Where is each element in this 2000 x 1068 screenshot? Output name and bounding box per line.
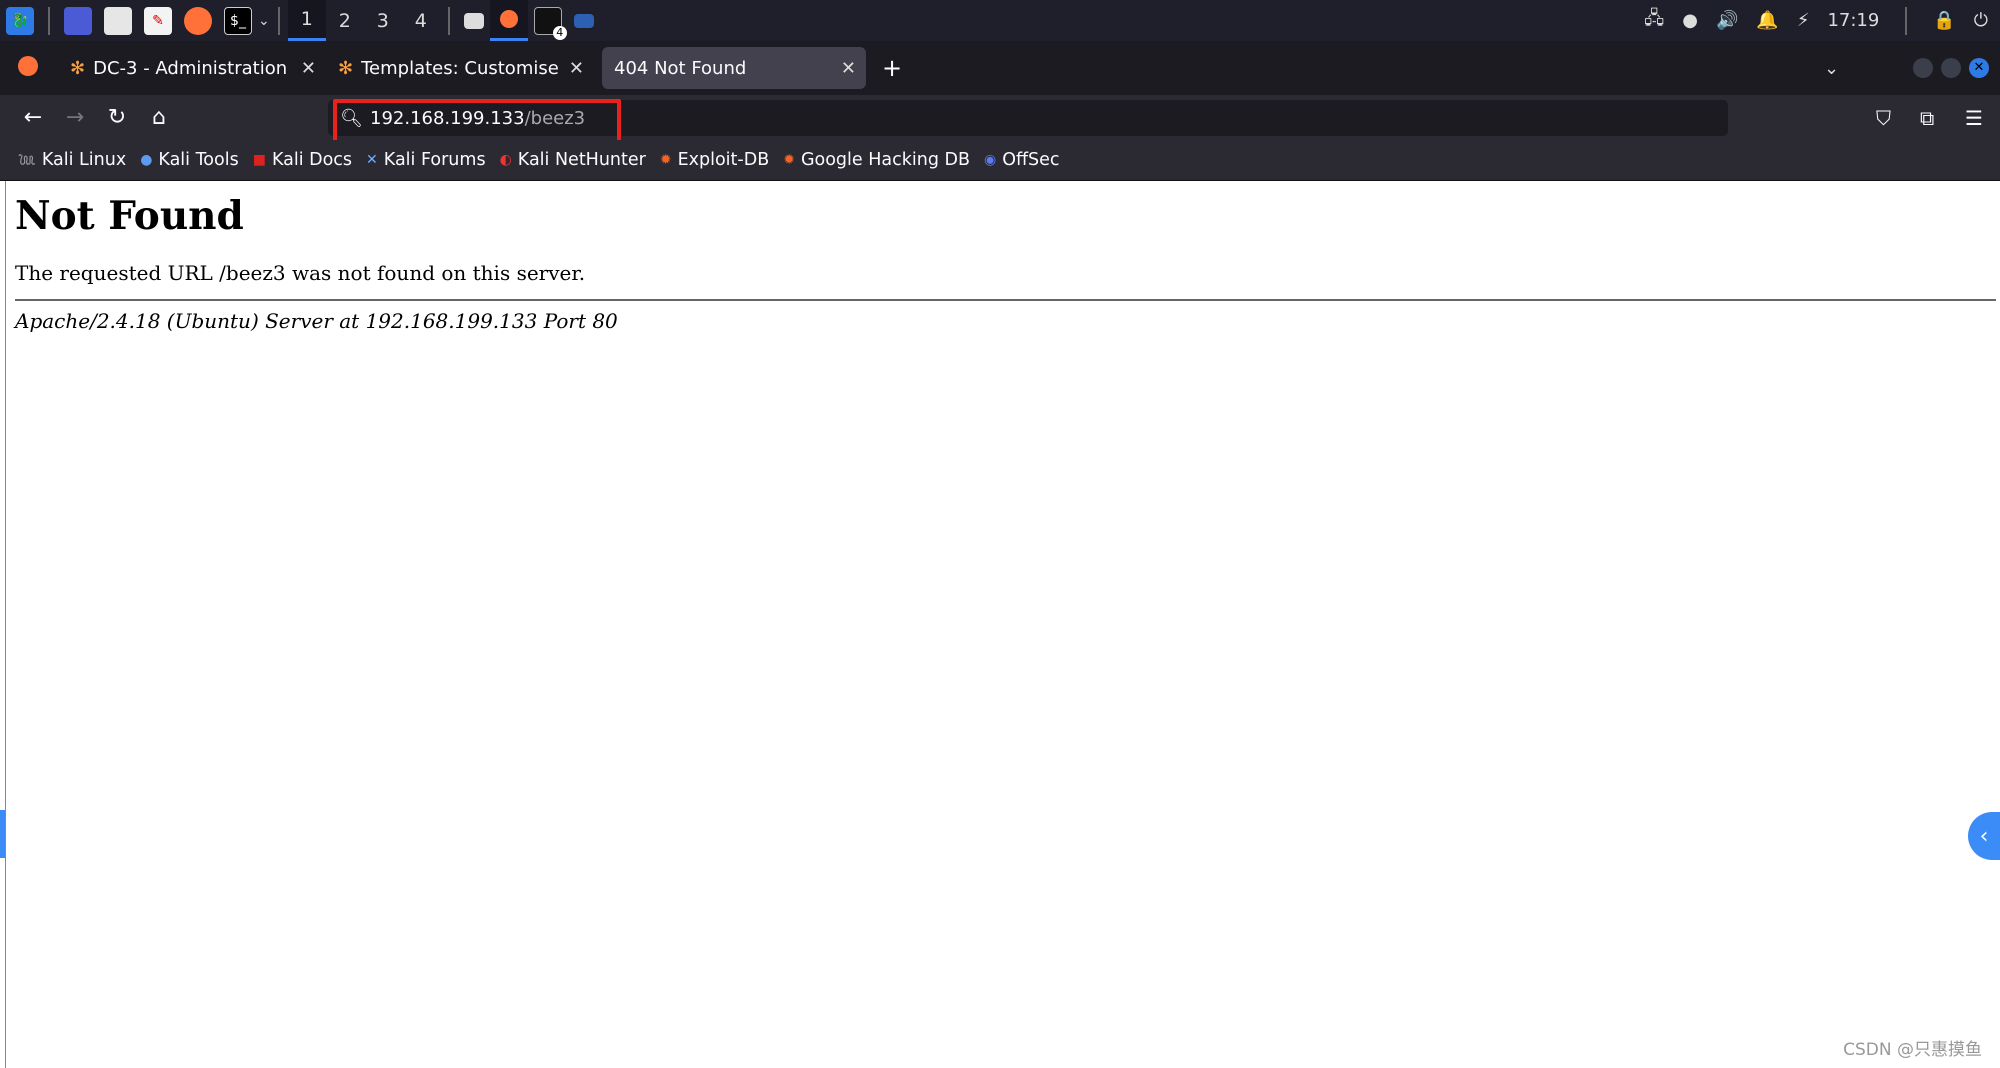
server-signature: Apache/2.4.18 (Ubuntu) Server at 192.168… bbox=[15, 309, 618, 333]
firefox-icon[interactable] bbox=[184, 6, 212, 35]
terminal-icon[interactable]: $_ bbox=[224, 6, 252, 35]
kali-tools-icon: ● bbox=[140, 152, 153, 168]
tab-dc3-administration[interactable]: ✻ DC-3 - Administration ✕ bbox=[56, 47, 326, 89]
extensions-icon[interactable]: ⧉ bbox=[1920, 106, 1934, 130]
power-icon[interactable]: ⚡ bbox=[1797, 10, 1810, 31]
joomla-icon: ✻ bbox=[70, 57, 86, 79]
divider bbox=[447, 6, 450, 35]
workspace-1[interactable]: 1 bbox=[287, 0, 326, 41]
joomla-icon: ✻ bbox=[338, 57, 354, 79]
bookmark-google-hacking-db[interactable]: ✹ Google Hacking DB bbox=[783, 150, 970, 170]
status-icon[interactable]: ● bbox=[1682, 10, 1698, 31]
bookmark-kali-tools[interactable]: ● Kali Tools bbox=[140, 150, 239, 170]
folder-window-icon[interactable] bbox=[573, 13, 594, 28]
error-message: The requested URL /beez3 was not found o… bbox=[15, 261, 586, 285]
divider bbox=[1905, 6, 1908, 35]
kali-forums-icon: ✕ bbox=[366, 152, 378, 168]
workspace-3[interactable]: 3 bbox=[364, 0, 402, 41]
minimize-button[interactable] bbox=[1913, 58, 1933, 78]
divider bbox=[15, 299, 1996, 301]
notification-bell-icon[interactable]: 🔔 bbox=[1756, 10, 1778, 31]
home-button[interactable]: ⌂ bbox=[138, 105, 180, 130]
lock-icon[interactable]: 🔒 bbox=[1933, 10, 1955, 31]
close-window-button[interactable]: ✕ bbox=[1969, 58, 1989, 78]
bookmark-exploit-db[interactable]: ✹ Exploit-DB bbox=[660, 150, 769, 170]
kali-docs-icon: ■ bbox=[252, 152, 266, 168]
menu-icon[interactable]: ☰ bbox=[1965, 106, 1983, 130]
bookmark-kali-docs[interactable]: ■ Kali Docs bbox=[253, 150, 352, 170]
forward-button[interactable]: → bbox=[54, 105, 96, 130]
list-all-tabs-icon[interactable]: ⌄ bbox=[1824, 58, 1839, 79]
firefox-icon bbox=[18, 56, 38, 76]
tab-bar: ✻ DC-3 - Administration ✕ ✻ Templates: C… bbox=[0, 41, 2000, 95]
divider bbox=[48, 6, 50, 35]
pocket-icon[interactable]: ⛉ bbox=[1876, 106, 1891, 130]
watermark: CSDN @只惠摸鱼 bbox=[1843, 1040, 1982, 1060]
bookmark-label: Kali NetHunter bbox=[517, 150, 646, 170]
kali-menu-icon[interactable]: 🐉 bbox=[6, 6, 34, 35]
reload-button[interactable]: ↻ bbox=[96, 105, 138, 130]
close-tab-icon[interactable]: ✕ bbox=[841, 58, 856, 79]
back-button[interactable]: ← bbox=[12, 105, 54, 130]
chevron-left-icon: ‹ bbox=[1979, 823, 1989, 849]
left-edge-handle[interactable] bbox=[0, 810, 5, 858]
close-tab-icon[interactable]: ✕ bbox=[301, 58, 316, 79]
bookmark-kali-nethunter[interactable]: ◐ Kali NetHunter bbox=[500, 150, 646, 170]
divider bbox=[277, 6, 280, 35]
tab-templates-customise[interactable]: ✻ Templates: Customise (Beez3) ✕ bbox=[326, 47, 594, 89]
firefox-view-button[interactable] bbox=[0, 56, 56, 80]
workspace-4[interactable]: 4 bbox=[402, 0, 440, 41]
exploit-db-icon: ✹ bbox=[659, 152, 672, 168]
bookmark-label: Google Hacking DB bbox=[800, 150, 970, 170]
logout-icon[interactable]: ⏻ bbox=[1974, 10, 1988, 31]
bookmarks-toolbar: 𓆙 Kali Linux ● Kali Tools ■ Kali Docs ✕ Kali… bbox=[0, 140, 2000, 181]
bookmark-kali-linux[interactable]: 𓆙 Kali Linux bbox=[18, 148, 126, 172]
tab-label: 404 Not Found bbox=[614, 57, 747, 79]
bookmark-offsec[interactable]: ◉ OffSec bbox=[984, 150, 1060, 170]
new-tab-button[interactable]: + bbox=[882, 54, 902, 82]
close-tab-icon[interactable]: ✕ bbox=[569, 58, 584, 79]
bookmark-label: Kali Docs bbox=[271, 150, 353, 170]
network-icon[interactable]: 🖧 bbox=[1644, 6, 1664, 36]
page-title: Not Found bbox=[15, 193, 244, 239]
bookmark-label: Kali Tools bbox=[158, 150, 239, 170]
kali-dragon-icon: 𓆙 bbox=[18, 155, 36, 171]
page-content: Not Found The requested URL /beez3 was n… bbox=[5, 181, 2000, 1068]
bookmark-label: Kali Linux bbox=[41, 150, 127, 170]
window-icon[interactable] bbox=[463, 12, 484, 29]
terminal-window-button[interactable]: 4 bbox=[533, 6, 567, 40]
file-manager-icon[interactable] bbox=[104, 6, 132, 35]
tab-404-not-found[interactable]: 404 Not Found ✕ bbox=[602, 47, 866, 89]
chevron-down-icon[interactable]: ⌄ bbox=[258, 13, 270, 29]
bookmark-kali-forums[interactable]: ✕ Kali Forums bbox=[366, 150, 486, 170]
tab-label: DC-3 - Administration bbox=[93, 57, 288, 79]
text-editor-icon[interactable]: ✎ bbox=[144, 6, 172, 35]
clock: 17:19 bbox=[1827, 10, 1880, 31]
system-taskbar: 🐉 ✎ $_ ⌄ 1 2 3 4 4 🖧 ● 🔊 🔔 ⚡ 17:19 🔒 ⏻ bbox=[0, 0, 2000, 41]
volume-icon[interactable]: 🔊 bbox=[1716, 10, 1738, 31]
firefox-icon bbox=[499, 10, 518, 28]
bookmark-label: Kali Forums bbox=[383, 150, 486, 170]
firefox-window-button[interactable] bbox=[489, 0, 528, 41]
tab-label: Templates: Customise (Beez3) bbox=[361, 57, 561, 79]
workspace-2[interactable]: 2 bbox=[326, 0, 364, 41]
nethunter-icon: ◐ bbox=[499, 152, 512, 168]
navigation-toolbar: ← → ↻ ⌂ 🔍︎ 192.168.199.133/beez3 ⛉ ⧉ ☰ bbox=[0, 95, 2000, 140]
bookmark-label: Exploit-DB bbox=[677, 150, 770, 170]
maximize-button[interactable] bbox=[1941, 58, 1961, 78]
desktop-icon[interactable] bbox=[64, 6, 92, 35]
window-count-badge: 4 bbox=[552, 25, 567, 40]
bookmark-label: OffSec bbox=[1002, 150, 1060, 170]
offsec-icon: ◉ bbox=[983, 152, 997, 168]
ghdb-icon: ✹ bbox=[783, 152, 795, 168]
system-tray: 🖧 ● 🔊 🔔 ⚡ 17:19 🔒 ⏻ bbox=[1644, 0, 2000, 41]
